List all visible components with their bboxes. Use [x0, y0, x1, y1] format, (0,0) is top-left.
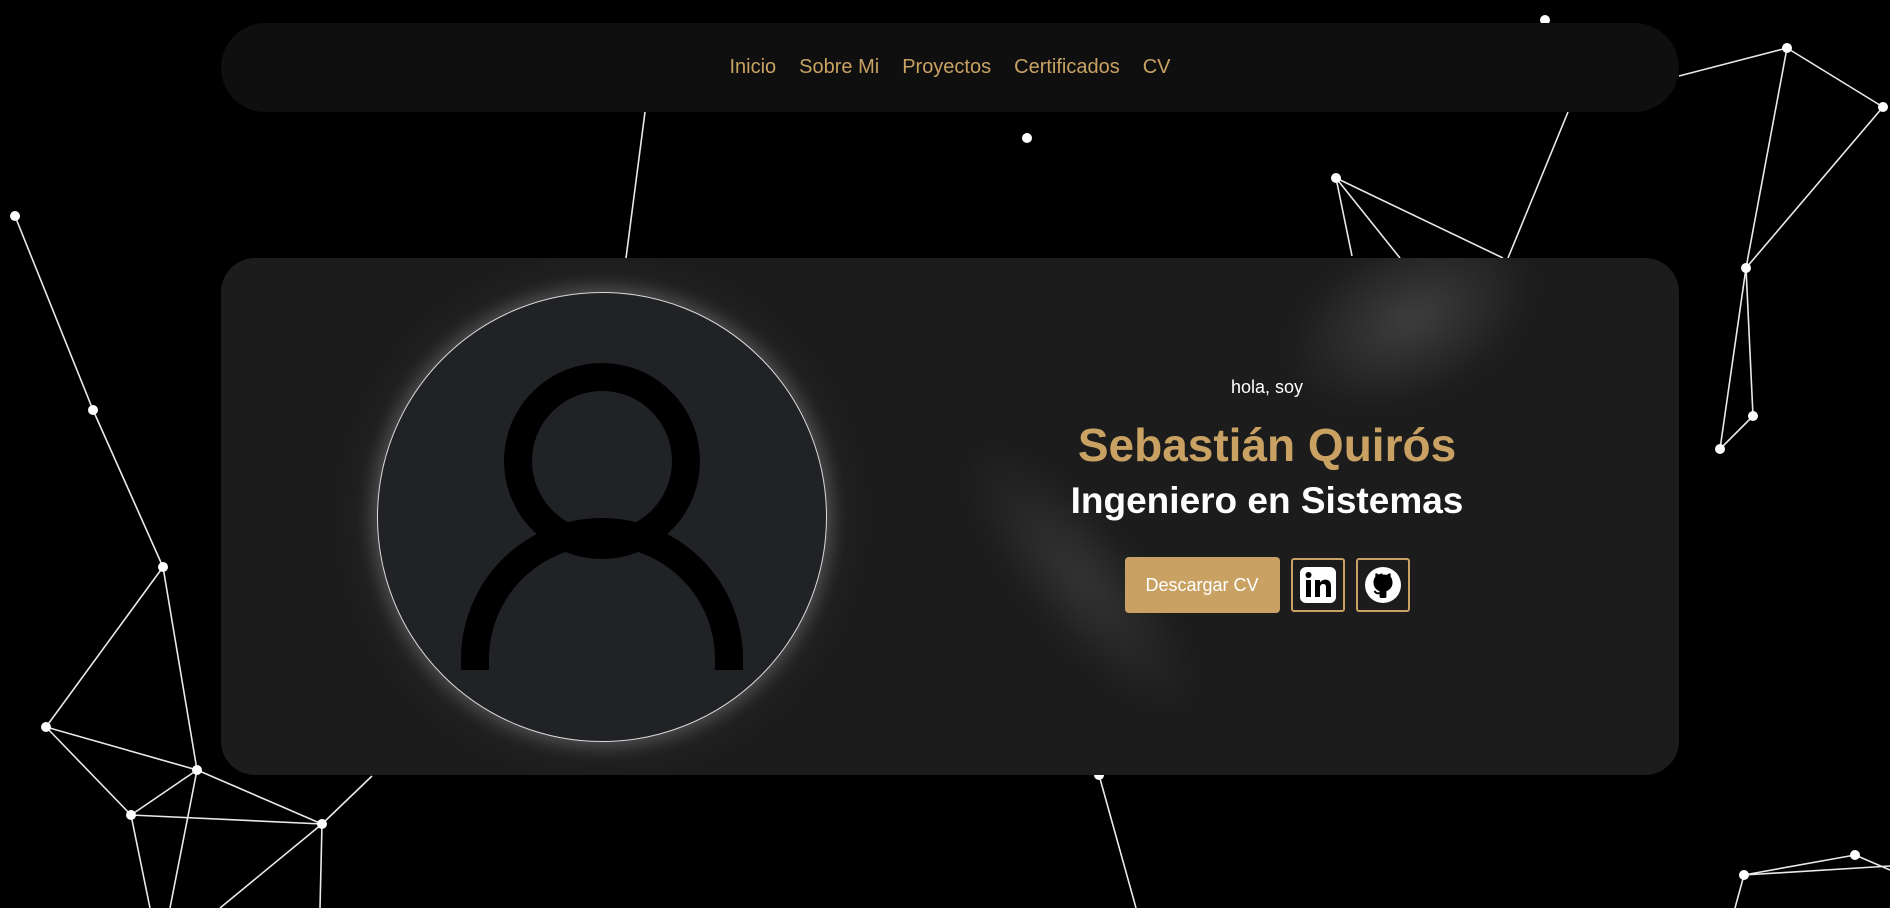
nav-link-proyectos[interactable]: Proyectos	[902, 56, 991, 79]
linkedin-icon	[1299, 567, 1336, 603]
nav-link-certificados[interactable]: Certificados	[1014, 56, 1120, 79]
hero-card: hola, soy Sebastián Quirós Ingeniero en …	[221, 258, 1679, 775]
download-cv-button[interactable]: Descargar CV	[1124, 557, 1280, 613]
hero-actions: Descargar CV	[1017, 557, 1517, 613]
hero-intro: hola, soy Sebastián Quirós Ingeniero en …	[1017, 378, 1517, 613]
navbar: Inicio Sobre Mi Proyectos Certificados C…	[221, 23, 1679, 112]
nav-link-sobre-mi[interactable]: Sobre Mi	[799, 56, 879, 79]
linkedin-button[interactable]	[1290, 558, 1345, 612]
nav-link-inicio[interactable]: Inicio	[729, 56, 776, 79]
user-silhouette-icon	[461, 363, 743, 670]
page: Inicio Sobre Mi Proyectos Certificados C…	[0, 0, 1890, 908]
person-name: Sebastián Quirós	[1077, 419, 1457, 471]
github-button[interactable]	[1355, 558, 1410, 612]
github-icon	[1364, 567, 1401, 603]
nav-link-cv[interactable]: CV	[1143, 56, 1171, 79]
avatar	[377, 292, 827, 742]
greeting-text: hola, soy	[1230, 377, 1304, 397]
person-role: Ingeniero en Sistemas	[1070, 480, 1464, 521]
